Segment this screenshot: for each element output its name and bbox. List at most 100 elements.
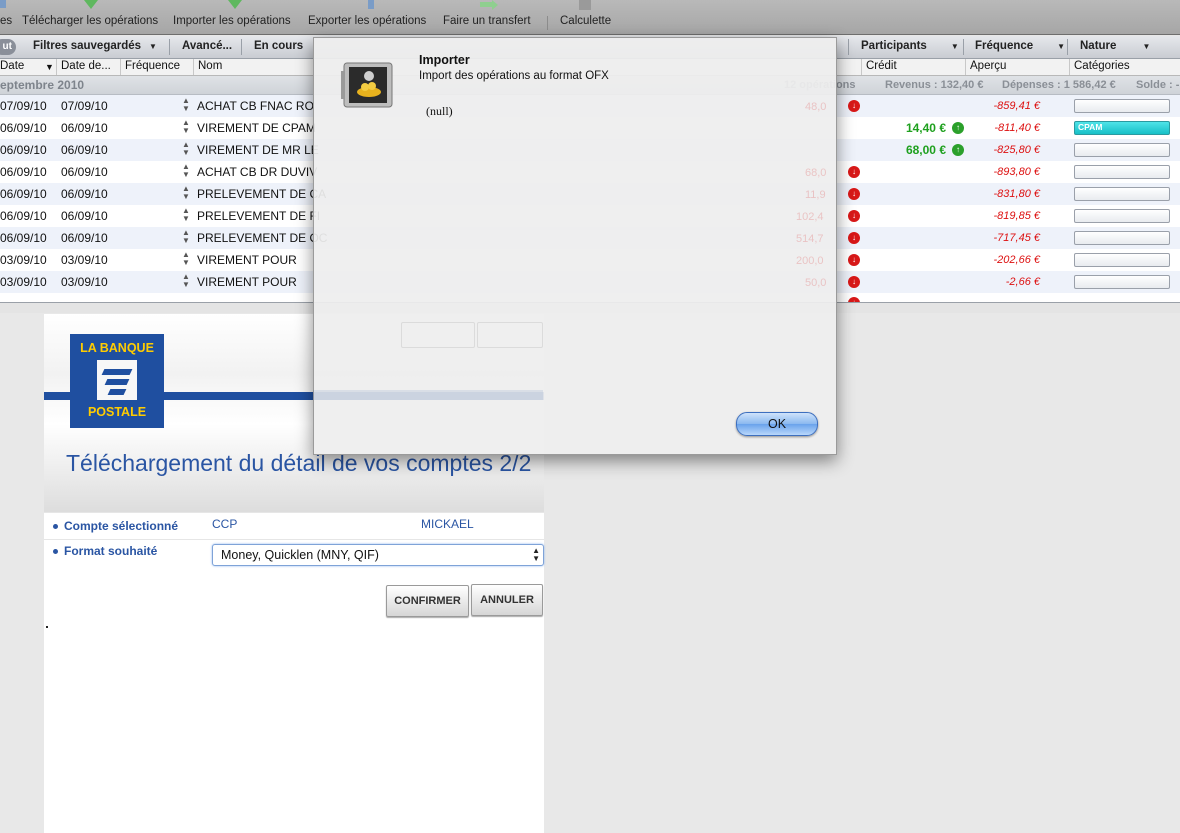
row-date: 06/09/10 xyxy=(0,187,47,201)
debit-arrow-icon: ↓ xyxy=(848,276,860,288)
column-date[interactable]: Date xyxy=(0,60,24,72)
selected-account-label: Compte sélectionné xyxy=(64,519,179,533)
account-type-value: CCP xyxy=(212,517,238,531)
category-box[interactable] xyxy=(1074,275,1170,289)
category-box[interactable] xyxy=(1074,187,1170,201)
ghost-amount: 68,0 xyxy=(805,167,827,179)
category-box[interactable] xyxy=(1074,209,1170,223)
category-box[interactable] xyxy=(1074,165,1170,179)
column-credit[interactable]: Crédit xyxy=(866,60,897,72)
row-date-value: 03/09/10 xyxy=(61,275,108,289)
category-box[interactable] xyxy=(1074,143,1170,157)
column-separator xyxy=(861,59,862,75)
row-date: 07/09/10 xyxy=(0,99,47,113)
chevron-down-icon: ▼ xyxy=(149,42,157,51)
frequency-stepper-icon[interactable]: ▲ ▼ xyxy=(182,273,190,289)
frequency-stepper-icon[interactable]: ▲ ▼ xyxy=(182,163,190,179)
make-transfer-button[interactable]: Faire un transfert xyxy=(443,15,531,27)
row-date: 06/09/10 xyxy=(0,231,47,245)
import-icon xyxy=(228,0,242,9)
frequency-stepper-icon[interactable]: ▲ ▼ xyxy=(182,251,190,267)
frequency-stepper-icon[interactable]: ▲ ▼ xyxy=(182,97,190,113)
frequency-dropdown[interactable]: Fréquence ▼ xyxy=(975,40,1065,52)
confirm-button[interactable]: CONFIRMER xyxy=(386,585,469,617)
logo-text-top: LA BANQUE xyxy=(80,341,154,355)
format-select[interactable]: Money, Quicklen (MNY, QIF) ▲ ▼ xyxy=(212,544,544,566)
dialog-message: (null) xyxy=(426,104,453,118)
category-box[interactable] xyxy=(1074,231,1170,245)
row-balance: -825,80 € xyxy=(993,144,1040,156)
safe-icon xyxy=(341,62,393,108)
frequency-stepper-icon[interactable]: ▲ ▼ xyxy=(182,207,190,223)
column-separator xyxy=(56,59,57,75)
dialog-subtitle: Import des opérations au format OFX xyxy=(419,70,609,82)
filter-separator xyxy=(169,39,170,55)
ghost-amount: 11,9 xyxy=(805,189,826,201)
frequency-stepper-icon[interactable]: ▲ ▼ xyxy=(182,229,190,245)
month-balance: Solde : - xyxy=(1136,79,1180,91)
debit-arrow-icon: ↓ xyxy=(848,100,860,112)
frequency-stepper-icon[interactable]: ▲ ▼ xyxy=(182,119,190,135)
format-select-value: Money, Quicklen (MNY, QIF) xyxy=(221,548,379,562)
category-box[interactable] xyxy=(1074,253,1170,267)
toolbar-item-partial[interactable]: es xyxy=(0,15,12,27)
month-label: eptembre 2010 xyxy=(0,78,85,92)
row-name: VIREMENT POUR xyxy=(197,253,297,267)
category-box[interactable]: CPAM xyxy=(1074,121,1170,135)
ghost-amount: 514,7 xyxy=(796,233,824,245)
frequency-stepper-icon[interactable]: ▲ ▼ xyxy=(182,185,190,201)
row-name: ACHAT CB FNAC RO xyxy=(197,99,314,113)
stray-dot xyxy=(46,626,48,628)
dialog-title: Importer xyxy=(419,53,470,67)
ok-button[interactable]: OK xyxy=(736,412,818,436)
row-name: VIREMENT DE CPAM xyxy=(197,121,316,135)
ghost-amount: 102,4 xyxy=(796,211,824,223)
selected-account-row: Compte sélectionné CCP MICKAEL xyxy=(44,512,544,540)
row-date: 06/09/10 xyxy=(0,165,47,179)
nature-dropdown[interactable]: Nature ▼ xyxy=(1080,40,1150,52)
nature-label: Nature xyxy=(1080,40,1117,52)
cancel-button[interactable]: ANNULER xyxy=(471,584,543,616)
all-filter-pill[interactable]: ut xyxy=(0,39,16,55)
row-balance: -893,80 € xyxy=(993,166,1040,178)
row-balance: -831,80 € xyxy=(993,188,1040,200)
in-progress-filter[interactable]: En cours xyxy=(254,40,303,52)
download-icon xyxy=(84,0,98,9)
column-name[interactable]: Nom xyxy=(198,60,222,72)
month-expenses: Dépenses : 1 586,42 € xyxy=(1002,79,1116,91)
row-balance: -811,40 € xyxy=(994,122,1040,134)
column-separator xyxy=(120,59,121,75)
import-operations-button[interactable]: Importer les opérations xyxy=(173,15,291,27)
bullet-icon xyxy=(53,524,58,529)
chevron-down-icon: ▼ xyxy=(1142,42,1151,51)
row-balance: -202,66 € xyxy=(993,254,1040,266)
saved-filters-dropdown[interactable]: Filtres sauvegardés ▼ xyxy=(33,40,157,52)
export-icon xyxy=(368,0,374,9)
column-categories[interactable]: Catégories xyxy=(1074,60,1130,72)
row-date: 06/09/10 xyxy=(0,121,47,135)
column-frequency[interactable]: Fréquence xyxy=(125,60,180,72)
row-credit: 14,40 € xyxy=(905,121,946,135)
format-label: Format souhaité xyxy=(64,544,158,558)
row-date-value: 06/09/10 xyxy=(61,121,108,135)
download-operations-button[interactable]: Télécharger les opérations xyxy=(22,15,158,27)
advanced-filter-button[interactable]: Avancé... xyxy=(182,40,232,52)
debit-arrow-icon: ↓ xyxy=(848,254,860,266)
frequency-stepper-icon[interactable]: ▲ ▼ xyxy=(182,141,190,157)
participants-dropdown[interactable]: Participants ▼ xyxy=(861,40,959,52)
chevron-down-icon: ▼ xyxy=(950,42,959,51)
calculator-button[interactable]: Calculette xyxy=(560,15,611,27)
bank-logo[interactable]: LA BANQUE POSTALE xyxy=(70,334,164,428)
calculator-icon xyxy=(579,0,591,10)
category-box[interactable] xyxy=(1074,99,1170,113)
toolbar-icon-partial xyxy=(0,0,6,8)
row-name: PRELEVEMENT DE OC xyxy=(197,231,328,245)
row-name: PRELEVEMENT DE FI xyxy=(197,209,321,223)
app-toolbar: es Télécharger les opérations Importer l… xyxy=(0,0,1180,35)
row-date-value: 07/09/10 xyxy=(61,99,108,113)
debit-arrow-icon: ↓ xyxy=(848,188,860,200)
export-operations-button[interactable]: Exporter les opérations xyxy=(308,15,426,27)
logo-text-bottom: POSTALE xyxy=(87,405,147,419)
column-preview[interactable]: Aperçu xyxy=(970,60,1006,72)
column-date-value[interactable]: Date de... xyxy=(61,60,111,72)
